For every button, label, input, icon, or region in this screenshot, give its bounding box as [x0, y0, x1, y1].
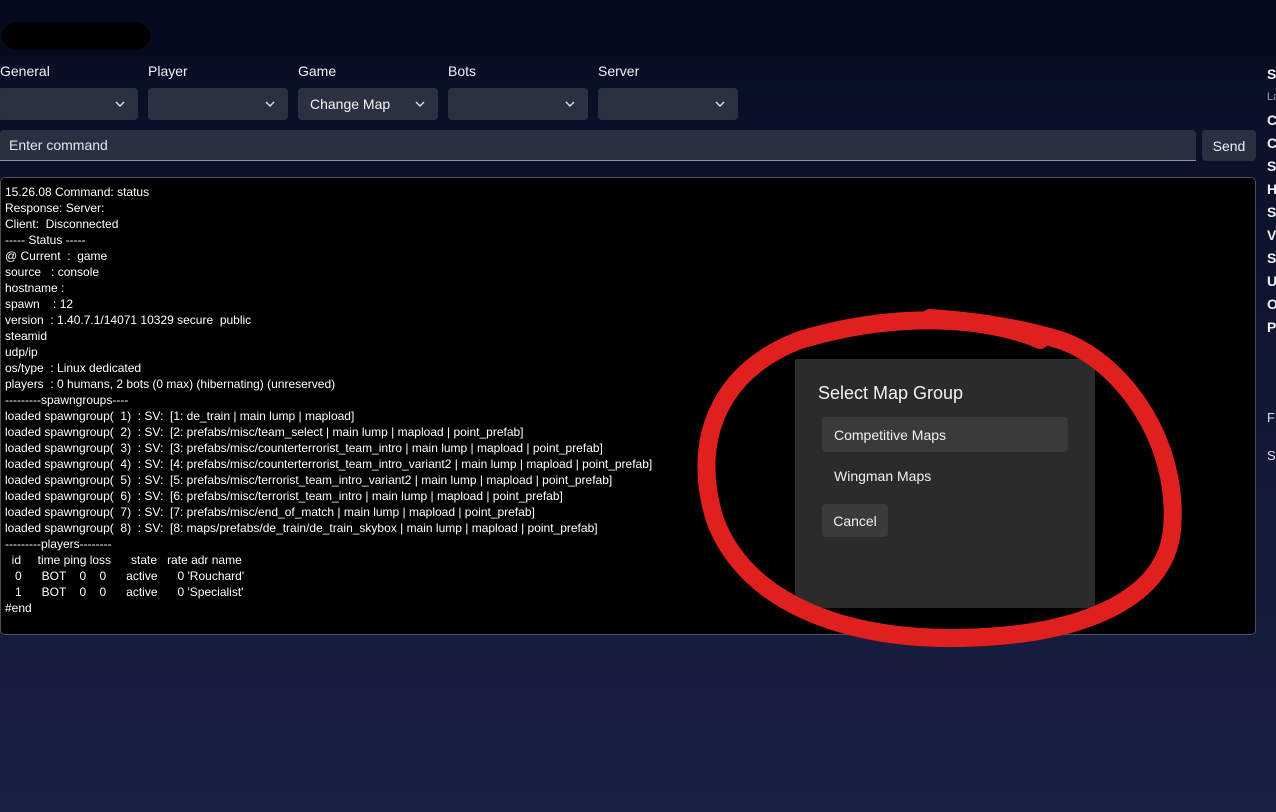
select-map-group-dialog: Select Map Group Competitive Maps Wingma…: [795, 359, 1095, 608]
right-panel-item: S: [1267, 204, 1276, 220]
game-dropdown-value: Change Map: [310, 96, 391, 112]
general-label: General: [0, 63, 50, 79]
chevron-down-icon: [715, 101, 725, 107]
right-panel-subtitle: La: [1267, 91, 1276, 103]
right-panel-item: C: [1267, 135, 1276, 151]
right-panel-item: P: [1267, 319, 1276, 335]
right-panel-item: S: [1267, 250, 1276, 266]
player-label: Player: [148, 63, 188, 79]
top-bar: [0, 0, 1276, 56]
send-button[interactable]: Send: [1202, 130, 1256, 161]
server-label: Server: [598, 63, 640, 79]
right-panel-extra: F: [1267, 410, 1275, 425]
chevron-down-icon: [415, 101, 425, 107]
dialog-title: Select Map Group: [818, 383, 964, 403]
game-dropdown[interactable]: Change Map: [298, 88, 438, 120]
command-placeholder: Enter command: [9, 137, 108, 153]
server-dropdown[interactable]: [598, 88, 738, 120]
command-input[interactable]: Enter command: [0, 130, 1196, 161]
game-label: Game: [298, 63, 337, 79]
redacted-title: [2, 22, 150, 50]
right-panel-item: V: [1267, 227, 1276, 243]
option-wingman-maps[interactable]: Wingman Maps: [822, 458, 1068, 493]
right-panel-item: S: [1267, 158, 1276, 174]
right-panel-item: H: [1267, 181, 1276, 197]
cancel-button[interactable]: Cancel: [822, 504, 888, 537]
right-side-panel: S La C C S H S V S U O P F S: [1262, 60, 1276, 760]
right-panel-item: C: [1267, 112, 1276, 128]
bots-label: Bots: [448, 63, 477, 79]
bots-dropdown[interactable]: [448, 88, 588, 120]
right-panel-extra: S: [1267, 448, 1276, 463]
right-panel-item: U: [1267, 273, 1276, 289]
right-panel-item: O: [1267, 296, 1276, 312]
right-panel-item: S: [1267, 66, 1276, 82]
chevron-down-icon: [565, 101, 575, 107]
chevron-down-icon: [115, 101, 125, 107]
option-competitive-maps[interactable]: Competitive Maps: [822, 417, 1068, 452]
chevron-down-icon: [265, 101, 275, 107]
player-dropdown[interactable]: [148, 88, 288, 120]
general-dropdown[interactable]: [0, 88, 138, 120]
